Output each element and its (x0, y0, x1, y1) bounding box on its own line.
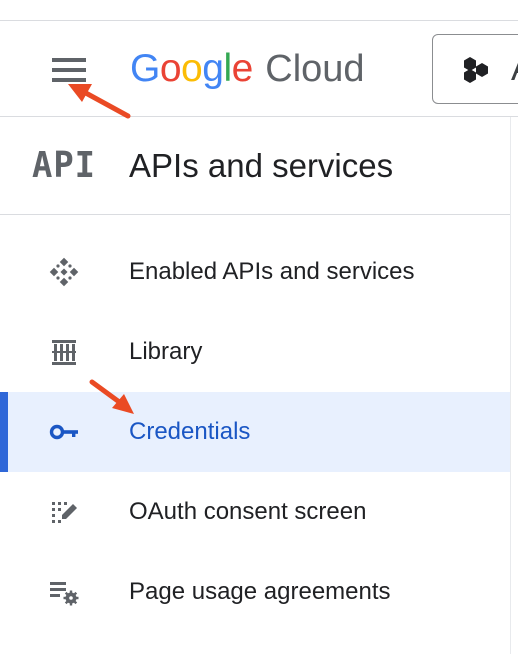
nav-item-library[interactable]: Library (0, 312, 510, 392)
nav-item-label: Enabled APIs and services (129, 258, 415, 285)
google-cloud-console: Google Cloud A API APIs and services (0, 0, 518, 654)
nav-item-label: Page usage agreements (129, 578, 391, 605)
main-menu-button[interactable] (40, 48, 98, 92)
top-header: Google Cloud A (0, 21, 518, 117)
nav-item-oauth-consent[interactable]: OAuth consent screen (0, 472, 510, 552)
hamburger-menu-icon (40, 48, 98, 92)
project-picker-button[interactable]: A (432, 34, 518, 104)
section-divider (0, 214, 510, 215)
nav-item-enabled-apis[interactable]: Enabled APIs and services (0, 232, 510, 312)
section-title: APIs and services (129, 147, 394, 184)
panel-edge-divider (510, 117, 511, 654)
nav-item-page-usage[interactable]: Page usage agreements (0, 552, 510, 632)
diamond-dots-icon (46, 257, 82, 287)
nav-item-credentials[interactable]: Credentials (0, 392, 510, 472)
google-wordmark: Google (130, 47, 253, 90)
cloud-wordmark: Cloud (265, 48, 365, 90)
library-columns-icon (46, 337, 82, 367)
active-indicator (0, 392, 8, 472)
api-badge-icon: API (32, 145, 96, 186)
nav-item-label: OAuth consent screen (129, 498, 367, 525)
project-picker-label: A (511, 49, 518, 89)
section-header: API APIs and services (0, 117, 510, 215)
nav-item-label: Library (129, 338, 203, 365)
list-settings-icon (46, 577, 82, 607)
google-cloud-logo[interactable]: Google Cloud (130, 46, 365, 92)
nav-item-label: Credentials (129, 418, 251, 445)
key-icon (46, 417, 82, 447)
hexagon-cluster-icon (461, 56, 491, 89)
dotted-edit-icon (46, 497, 82, 527)
